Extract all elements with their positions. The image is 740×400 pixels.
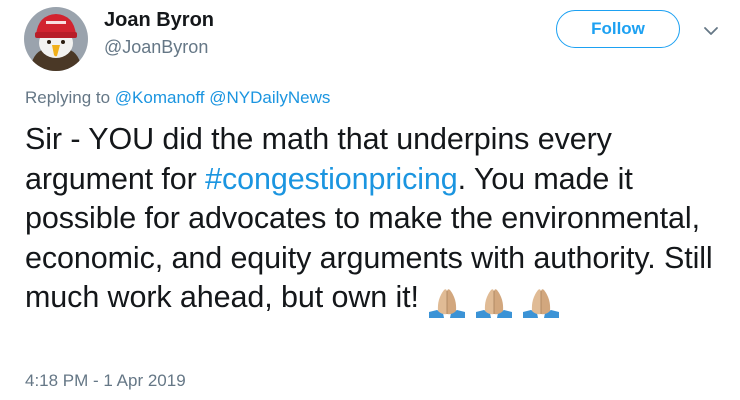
- replying-to-label: Replying to: [25, 88, 111, 107]
- user-avatar[interactable]: [24, 7, 88, 71]
- follow-button-label: Follow: [591, 19, 645, 38]
- hashtag-link[interactable]: #congestionpricing: [205, 162, 458, 196]
- folded-hands-icon: [428, 289, 465, 319]
- mention-link-komanoff[interactable]: @Komanoff: [115, 88, 205, 107]
- eagle-avatar-icon: [24, 7, 88, 71]
- user-handle[interactable]: @JoanByron: [104, 37, 208, 58]
- mention-link-nydailynews[interactable]: @NYDailyNews: [209, 88, 330, 107]
- folded-hands-icon: [475, 289, 512, 319]
- tweet-card: Joan Byron @JoanByron Follow Replying to…: [0, 0, 740, 400]
- emoji-group: [425, 282, 566, 322]
- replying-to-line: Replying to @Komanoff @NYDailyNews: [25, 88, 330, 108]
- chevron-down-icon[interactable]: [700, 20, 722, 42]
- folded-hands-icon: [522, 289, 559, 319]
- user-display-name[interactable]: Joan Byron: [104, 9, 214, 32]
- tweet-timestamp[interactable]: 4:18 PM - 1 Apr 2019: [25, 371, 186, 391]
- follow-button[interactable]: Follow: [556, 10, 680, 48]
- tweet-text: Sir - YOU did the math that underpins ev…: [25, 120, 725, 322]
